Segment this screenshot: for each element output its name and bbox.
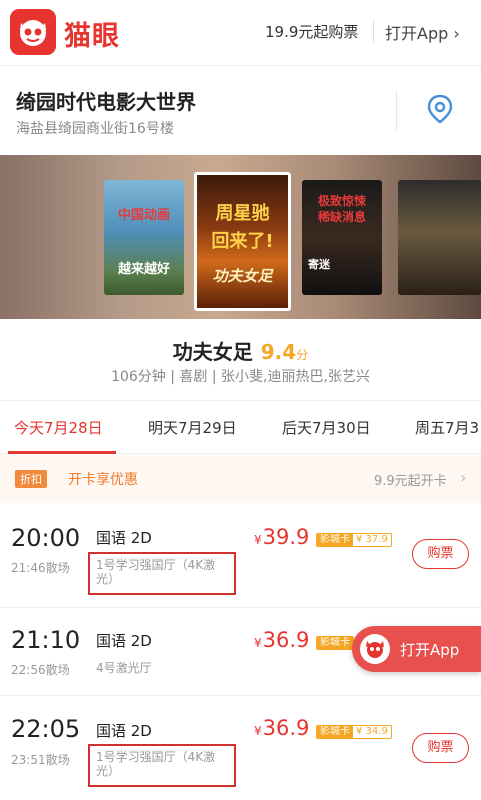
date-tabs: 今天7月28日 明天7月29日 后天7月30日 周五7月3 bbox=[0, 400, 481, 454]
open-app-link[interactable]: 打开App › bbox=[385, 20, 460, 44]
poster-3-line2: 稀缺消息 bbox=[317, 210, 366, 224]
member-card-price: 影城卡 ¥ 34.9 bbox=[316, 725, 392, 739]
movie-title-line: 功夫女足 9.4分 bbox=[0, 336, 481, 365]
end-time: 22:56散场 bbox=[11, 663, 70, 677]
poster-carousel[interactable]: 中国动画 越来越好 周星驰 回来了! 功夫女足 极致惊悚 稀缺消息 寄迷 bbox=[0, 155, 481, 319]
movie-title: 功夫女足 bbox=[172, 340, 253, 364]
poster-3-line1: 极致惊悚 bbox=[317, 194, 366, 208]
movie-poster-3[interactable]: 极致惊悚 稀缺消息 寄迷 bbox=[302, 180, 382, 295]
member-card-price: 影城卡 ¥ 37.9 bbox=[316, 533, 392, 547]
currency-symbol: ¥ bbox=[254, 533, 262, 547]
discount-badge: 折扣 bbox=[15, 470, 47, 488]
buy-ticket-button[interactable]: 购票 bbox=[412, 733, 469, 763]
tab-tomorrow[interactable]: 明天7月29日 bbox=[148, 417, 237, 438]
cinema-divider bbox=[396, 91, 397, 131]
poster-1-title-bottom: 越来越好 bbox=[117, 262, 170, 277]
movie-poster-selected[interactable]: 周星驰 回来了! 功夫女足 bbox=[194, 172, 291, 311]
active-tab-indicator bbox=[8, 451, 116, 454]
cinema-name: 绮园时代电影大世界 bbox=[16, 90, 196, 114]
tab-friday[interactable]: 周五7月3 bbox=[415, 417, 479, 438]
discount-text: 开卡享优惠 bbox=[68, 472, 138, 488]
tab-day-after[interactable]: 后天7月30日 bbox=[282, 417, 371, 438]
currency-symbol: ¥ bbox=[254, 724, 262, 738]
card-price: ¥ 37.9 bbox=[353, 534, 391, 546]
buy-ticket-button[interactable]: 购票 bbox=[412, 539, 469, 569]
poster-1-title-top: 中国动画 bbox=[117, 208, 170, 223]
cinema-address: 海盐县绮园商业街16号楼 bbox=[16, 121, 174, 137]
floating-open-app-label: 打开App bbox=[400, 641, 460, 659]
movie-poster-1[interactable]: 中国动画 越来越好 bbox=[104, 180, 184, 295]
tab-today[interactable]: 今天7月28日 bbox=[14, 417, 103, 438]
ticket-price: ¥39.9 bbox=[254, 525, 309, 549]
price-value: 36.9 bbox=[262, 716, 310, 740]
language-format: 国语 2D bbox=[96, 722, 152, 740]
poster-2-line2: 回来了! bbox=[211, 231, 274, 252]
maoyan-logo-icon[interactable] bbox=[10, 9, 56, 55]
hall-name: 1号学习强国厅（4K激光） bbox=[88, 744, 236, 787]
showtime-row[interactable]: 20:00 21:46散场 国语 2D 1号学习强国厅（4K激光） ¥39.9 … bbox=[0, 503, 481, 608]
movie-poster-4[interactable] bbox=[398, 180, 481, 295]
card-price: ¥ 34.9 bbox=[353, 726, 391, 738]
hall-name: 1号学习强国厅（4K激光） bbox=[88, 552, 236, 595]
poster-3-line3: 寄迷 bbox=[308, 258, 330, 271]
discount-price: 9.9元起开卡 bbox=[374, 474, 447, 489]
movie-score-unit: 分 bbox=[296, 348, 309, 362]
poster-2-line3: 功夫女足 bbox=[212, 267, 273, 285]
language-format: 国语 2D bbox=[96, 529, 152, 547]
start-time: 21:10 bbox=[11, 626, 81, 654]
price-value: 39.9 bbox=[262, 525, 310, 549]
ticket-price: ¥36.9 bbox=[254, 716, 309, 740]
brand-name[interactable]: 猫眼 bbox=[64, 14, 120, 53]
ticket-price: ¥36.9 bbox=[254, 628, 309, 652]
header-divider bbox=[373, 20, 374, 42]
start-time: 20:00 bbox=[11, 524, 81, 552]
chevron-right-icon: › bbox=[460, 468, 467, 487]
language-format: 国语 2D bbox=[96, 632, 152, 650]
card-label: 影城卡 bbox=[317, 637, 353, 649]
member-card-price: 影城卡 bbox=[316, 636, 354, 650]
maoyan-cat-icon bbox=[360, 634, 390, 664]
poster-2-line1: 周星驰 bbox=[215, 203, 270, 224]
end-time: 23:51散场 bbox=[11, 753, 70, 767]
floating-open-app-button[interactable]: 打开App bbox=[352, 626, 481, 672]
discount-bar[interactable]: 折扣 开卡享优惠 9.9元起开卡 › bbox=[0, 455, 481, 503]
hall-name: 4号激光厅 bbox=[96, 661, 152, 675]
movie-meta: 106分钟 | 喜剧 | 张小斐,迪丽热巴,张艺兴 bbox=[111, 369, 370, 385]
card-label: 影城卡 bbox=[317, 534, 353, 546]
location-pin-icon[interactable] bbox=[426, 94, 454, 128]
end-time: 21:46散场 bbox=[11, 561, 70, 575]
price-value: 36.9 bbox=[262, 628, 310, 652]
showtime-row[interactable]: 22:05 23:51散场 国语 2D 1号学习强国厅（4K激光） ¥36.9 … bbox=[0, 696, 481, 800]
start-time: 22:05 bbox=[11, 715, 81, 743]
currency-symbol: ¥ bbox=[254, 636, 262, 650]
card-label: 影城卡 bbox=[317, 726, 353, 738]
movie-score: 9.4 bbox=[260, 340, 297, 364]
top-header: 猫眼 19.9元起购票 打开App › bbox=[0, 0, 481, 66]
header-price-text: 19.9元起购票 bbox=[265, 23, 359, 41]
